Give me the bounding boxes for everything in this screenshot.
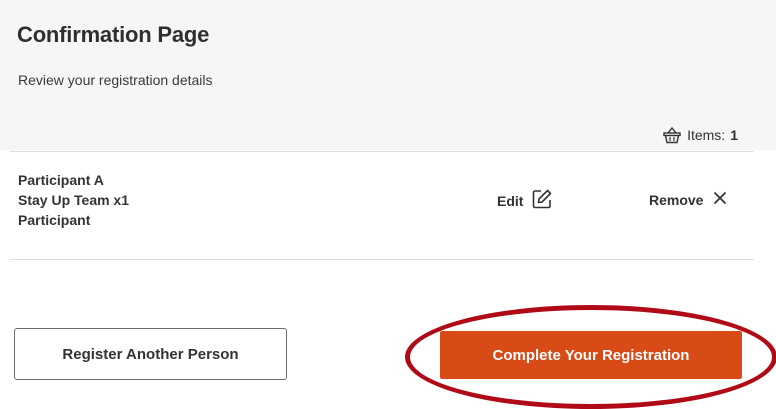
page-subtitle: Review your registration details <box>18 72 213 88</box>
edit-label: Edit <box>497 192 524 209</box>
remove-button[interactable]: Remove <box>649 191 727 208</box>
confirmation-header-panel: Confirmation Page Review your registrati… <box>0 0 776 150</box>
complete-registration-label: Complete Your Registration <box>492 346 690 364</box>
participant-role: Participant <box>18 212 91 228</box>
items-count: 1 <box>730 127 738 143</box>
basket-icon <box>662 125 682 145</box>
remove-label: Remove <box>649 191 704 208</box>
pencil-icon <box>531 188 553 213</box>
divider-top <box>10 151 754 152</box>
register-another-person-button[interactable]: Register Another Person <box>14 328 287 380</box>
participant-name: Participant A <box>18 172 104 188</box>
close-icon <box>713 191 727 208</box>
edit-button[interactable]: Edit <box>497 188 553 213</box>
cart-items-summary: Items: 1 <box>662 125 738 145</box>
register-another-person-label: Register Another Person <box>62 345 239 363</box>
complete-registration-button[interactable]: Complete Your Registration <box>440 331 742 379</box>
team-name: Stay Up Team x1 <box>18 192 130 208</box>
items-label: Items: <box>687 127 726 143</box>
page-title: Confirmation Page <box>17 22 210 47</box>
registration-details: Participant A Stay Up Team x1 Participan… <box>18 170 129 230</box>
divider-bottom <box>10 259 754 260</box>
